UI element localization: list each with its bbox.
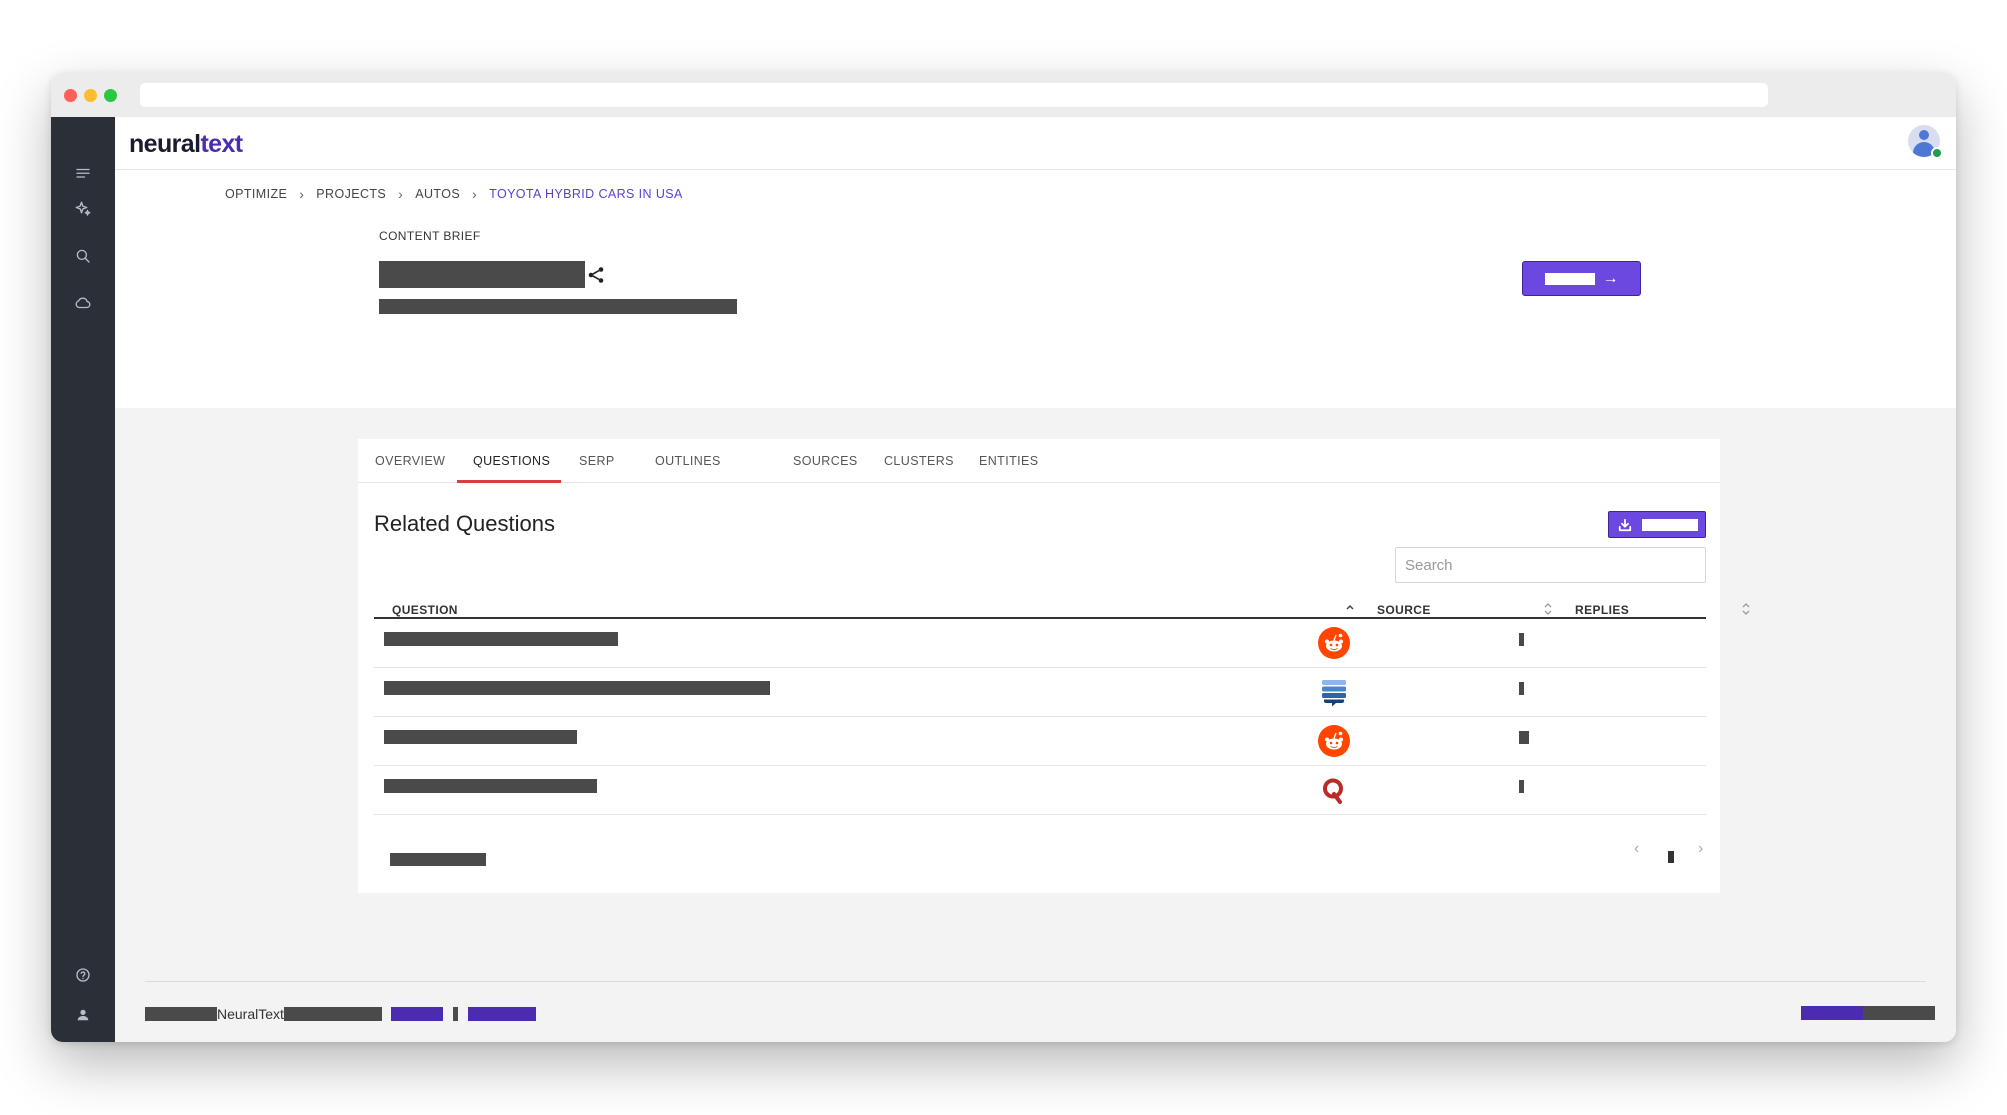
arrow-right-icon: → [1602, 269, 1619, 287]
next-page-button[interactable]: › [1698, 840, 1703, 858]
search-icon[interactable] [71, 244, 95, 268]
online-status-indicator [1931, 147, 1943, 159]
share-icon[interactable] [586, 265, 606, 285]
tab-bar: OVERVIEW QUESTIONS SERP OUTLINES SOURCES… [358, 439, 1720, 483]
rows-per-page-redacted [390, 853, 486, 866]
question-text-redacted [384, 730, 577, 744]
browser-titlebar [51, 73, 1956, 117]
footer-link-redacted[interactable] [467, 1007, 536, 1021]
brief-subtitle-redacted [379, 299, 737, 314]
sparkle-icon[interactable] [71, 197, 95, 221]
tab-serp[interactable]: SERP [579, 454, 615, 468]
reddit-icon[interactable] [1318, 627, 1350, 659]
previous-page-button[interactable]: ‹ [1634, 840, 1639, 858]
button-label-redacted [1544, 272, 1595, 285]
sort-unsorted-icon[interactable] [1741, 601, 1751, 617]
table-row[interactable] [374, 619, 1706, 668]
reddit-icon[interactable] [1318, 725, 1350, 757]
cloud-icon[interactable] [71, 291, 95, 315]
download-button[interactable] [1608, 511, 1706, 538]
breadcrumb-optimize[interactable]: OPTIMIZE [225, 187, 287, 201]
tab-questions[interactable]: QUESTIONS [473, 454, 550, 468]
stackexchange-icon[interactable] [1318, 676, 1350, 708]
replies-count-redacted [1519, 682, 1524, 695]
question-text-redacted [384, 681, 770, 695]
download-icon [1618, 518, 1632, 531]
footer-text-redacted [283, 1007, 382, 1021]
minimize-window-button[interactable] [84, 89, 97, 102]
user-icon[interactable] [71, 1003, 95, 1027]
chevron-right-icon: › [299, 186, 305, 202]
menu-icon[interactable] [71, 162, 95, 186]
tab-overview[interactable]: OVERVIEW [375, 454, 445, 468]
tab-entities[interactable]: ENTITIES [979, 454, 1038, 468]
footer-link-redacted[interactable] [1801, 1006, 1863, 1020]
brief-title-redacted [379, 261, 585, 288]
footer-link-redacted[interactable] [390, 1007, 443, 1021]
continue-button[interactable]: → [1522, 261, 1641, 296]
table-row[interactable] [374, 668, 1706, 717]
chevron-right-icon: › [472, 186, 478, 202]
footer-text-redacted [1863, 1006, 1935, 1020]
section-title: Related Questions [374, 511, 555, 536]
tab-outlines[interactable]: OUTLINES [655, 454, 721, 468]
content-brief-label: CONTENT BRIEF [379, 229, 481, 243]
search-input[interactable] [1395, 547, 1706, 583]
breadcrumb-autos[interactable]: AUTOS [415, 187, 460, 201]
footer-text-redacted [145, 1007, 217, 1021]
top-bar: neuraltext [115, 117, 1956, 170]
current-page-number[interactable] [1668, 851, 1674, 863]
brief-header: OPTIMIZE › PROJECTS › AUTOS › TOYOTA HYB… [115, 170, 1956, 408]
page-footer: NeuralText [145, 1006, 536, 1022]
footer-divider [145, 981, 1926, 982]
address-bar[interactable] [140, 83, 1768, 107]
sort-ascending-icon[interactable] [1345, 601, 1355, 617]
chevron-right-icon: › [398, 186, 404, 202]
question-text-redacted [384, 632, 618, 646]
breadcrumb: OPTIMIZE › PROJECTS › AUTOS › TOYOTA HYB… [225, 186, 683, 202]
breadcrumb-projects[interactable]: PROJECTS [316, 187, 386, 201]
question-text-redacted [384, 779, 597, 793]
footer-separator [452, 1007, 458, 1021]
questions-card: OVERVIEW QUESTIONS SERP OUTLINES SOURCES… [358, 439, 1750, 893]
tab-sources[interactable]: SOURCES [793, 454, 858, 468]
replies-count-redacted [1519, 780, 1524, 793]
tab-clusters[interactable]: CLUSTERS [884, 454, 954, 468]
browser-window: neuraltext OPTIMIZE › PROJECTS › AUTOS ›… [51, 73, 1956, 1042]
table-row[interactable] [374, 766, 1706, 815]
sidebar [51, 117, 115, 1042]
neuraltext-logo[interactable]: neuraltext [129, 130, 243, 159]
desktop-background: neuraltext OPTIMIZE › PROJECTS › AUTOS ›… [0, 0, 2007, 1115]
footer-right [1801, 1006, 1935, 1020]
breadcrumb-current[interactable]: TOYOTA HYBRID CARS IN USA [489, 187, 683, 201]
replies-count-redacted [1519, 633, 1524, 646]
sort-unsorted-icon[interactable] [1543, 601, 1553, 617]
active-tab-indicator [457, 480, 561, 483]
footer-brand: NeuralText [217, 1006, 284, 1022]
maximize-window-button[interactable] [104, 89, 117, 102]
button-label-redacted [1642, 518, 1698, 531]
help-icon[interactable] [71, 963, 95, 987]
close-window-button[interactable] [64, 89, 77, 102]
quora-icon[interactable] [1318, 774, 1350, 806]
table-row[interactable] [374, 717, 1706, 766]
replies-count-redacted [1519, 731, 1529, 744]
